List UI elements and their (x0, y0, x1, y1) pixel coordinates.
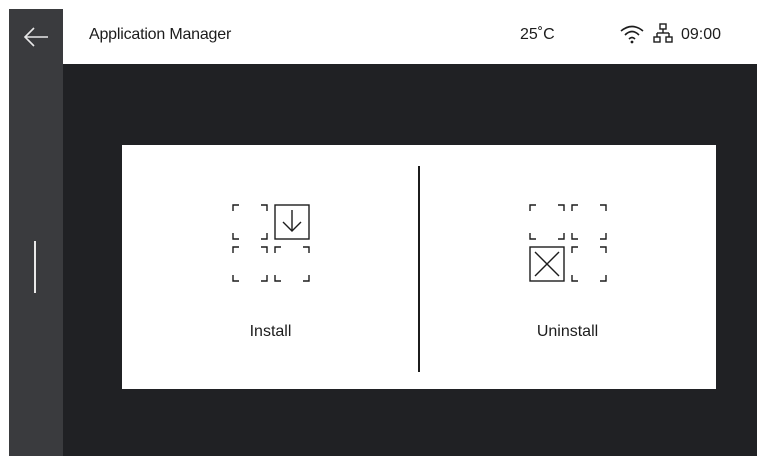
uninstall-button[interactable]: Uninstall (419, 145, 716, 389)
status-bar: Application Manager 25˚C 09:00 (63, 9, 757, 64)
grid-download-icon (232, 204, 310, 282)
grid-remove-icon (529, 204, 607, 282)
install-button[interactable]: Install (122, 145, 419, 389)
left-rail (9, 9, 63, 456)
uninstall-label: Uninstall (536, 323, 599, 340)
page-title: Application Manager (89, 26, 232, 43)
wifi-icon (620, 25, 644, 44)
screen: Application Manager 25˚C 09:00 Install U… (9, 9, 757, 456)
back-button[interactable] (9, 9, 63, 64)
arrow-left-icon (23, 26, 48, 47)
clock: 09:00 (681, 26, 722, 43)
install-label: Install (249, 323, 292, 340)
drawer-handle[interactable] (34, 241, 36, 293)
action-panel: Install Uninstall (122, 145, 716, 389)
temperature-readout: 25˚C (520, 26, 555, 43)
ethernet-icon (653, 23, 673, 43)
